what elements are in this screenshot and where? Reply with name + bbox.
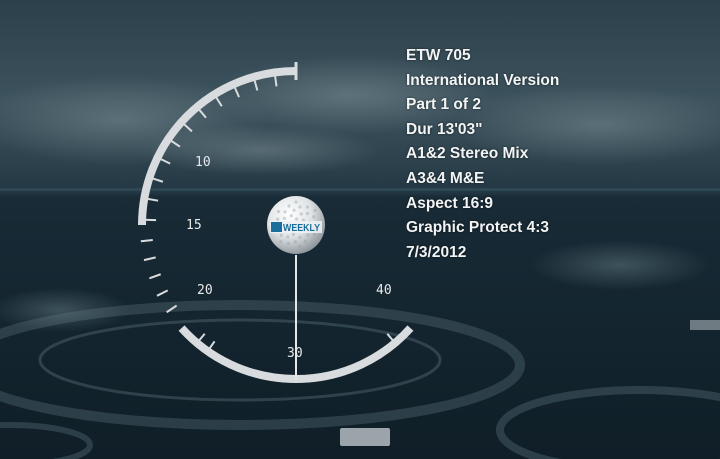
- dimple: [305, 211, 310, 216]
- dial-label-30: 30: [287, 346, 303, 361]
- dimple: [294, 200, 298, 204]
- dimple: [310, 240, 314, 244]
- slate-audio-3-4: A3&4 M&E: [406, 169, 485, 187]
- slate-duration: Dur 13'03": [406, 120, 483, 138]
- dimple: [303, 239, 307, 243]
- dimple: [312, 215, 316, 219]
- countdown-slate-scene: 10 15 20 30 40 WEEKLY: [0, 0, 720, 459]
- dimple: [287, 204, 291, 208]
- dimple: [276, 210, 281, 214]
- etw-weekly-logo: WEEKLY: [267, 196, 325, 254]
- dimple: [298, 235, 302, 239]
- dimple: [294, 217, 299, 221]
- sea-horizon: [0, 188, 720, 191]
- dimple: [305, 205, 310, 209]
- slate-graphic-protect: Graphic Protect 4:3: [406, 219, 549, 237]
- dimple: [286, 235, 290, 239]
- dimple: [298, 244, 302, 248]
- slate-program-code: ETW 705: [406, 47, 471, 64]
- logo-text: WEEKLY: [283, 223, 320, 234]
- slate-version: International Version: [406, 71, 560, 89]
- floor-light: [340, 428, 390, 446]
- slate-date: 7/3/2012: [406, 243, 467, 261]
- dimple: [279, 233, 283, 237]
- dimple: [298, 205, 302, 209]
- dimple: [289, 214, 293, 218]
- dimple: [293, 240, 297, 244]
- dimple: [286, 241, 290, 245]
- slate-part: Part 1 of 2: [406, 96, 481, 114]
- dial-label-20: 20: [197, 283, 213, 298]
- dial-label-15: 15: [186, 218, 202, 233]
- slate-aspect: Aspect 16:9: [406, 194, 494, 212]
- dial-label-10: 10: [195, 155, 211, 170]
- slate-info: ETW 705 International Version Part 1 of …: [406, 44, 559, 265]
- dimple: [313, 208, 317, 213]
- dial-tick: [140, 239, 153, 243]
- logo-prefix-box: [271, 222, 282, 232]
- dimple: [292, 208, 296, 212]
- dimple: [276, 217, 280, 221]
- dimple: [299, 212, 303, 216]
- dimple: [279, 240, 283, 244]
- slate-audio-1-2: A1&2 Stereo Mix: [406, 145, 529, 163]
- floor-light: [690, 320, 720, 330]
- dimple: [282, 216, 286, 220]
- dimple: [283, 210, 287, 214]
- dial-label-40: 40: [376, 283, 392, 298]
